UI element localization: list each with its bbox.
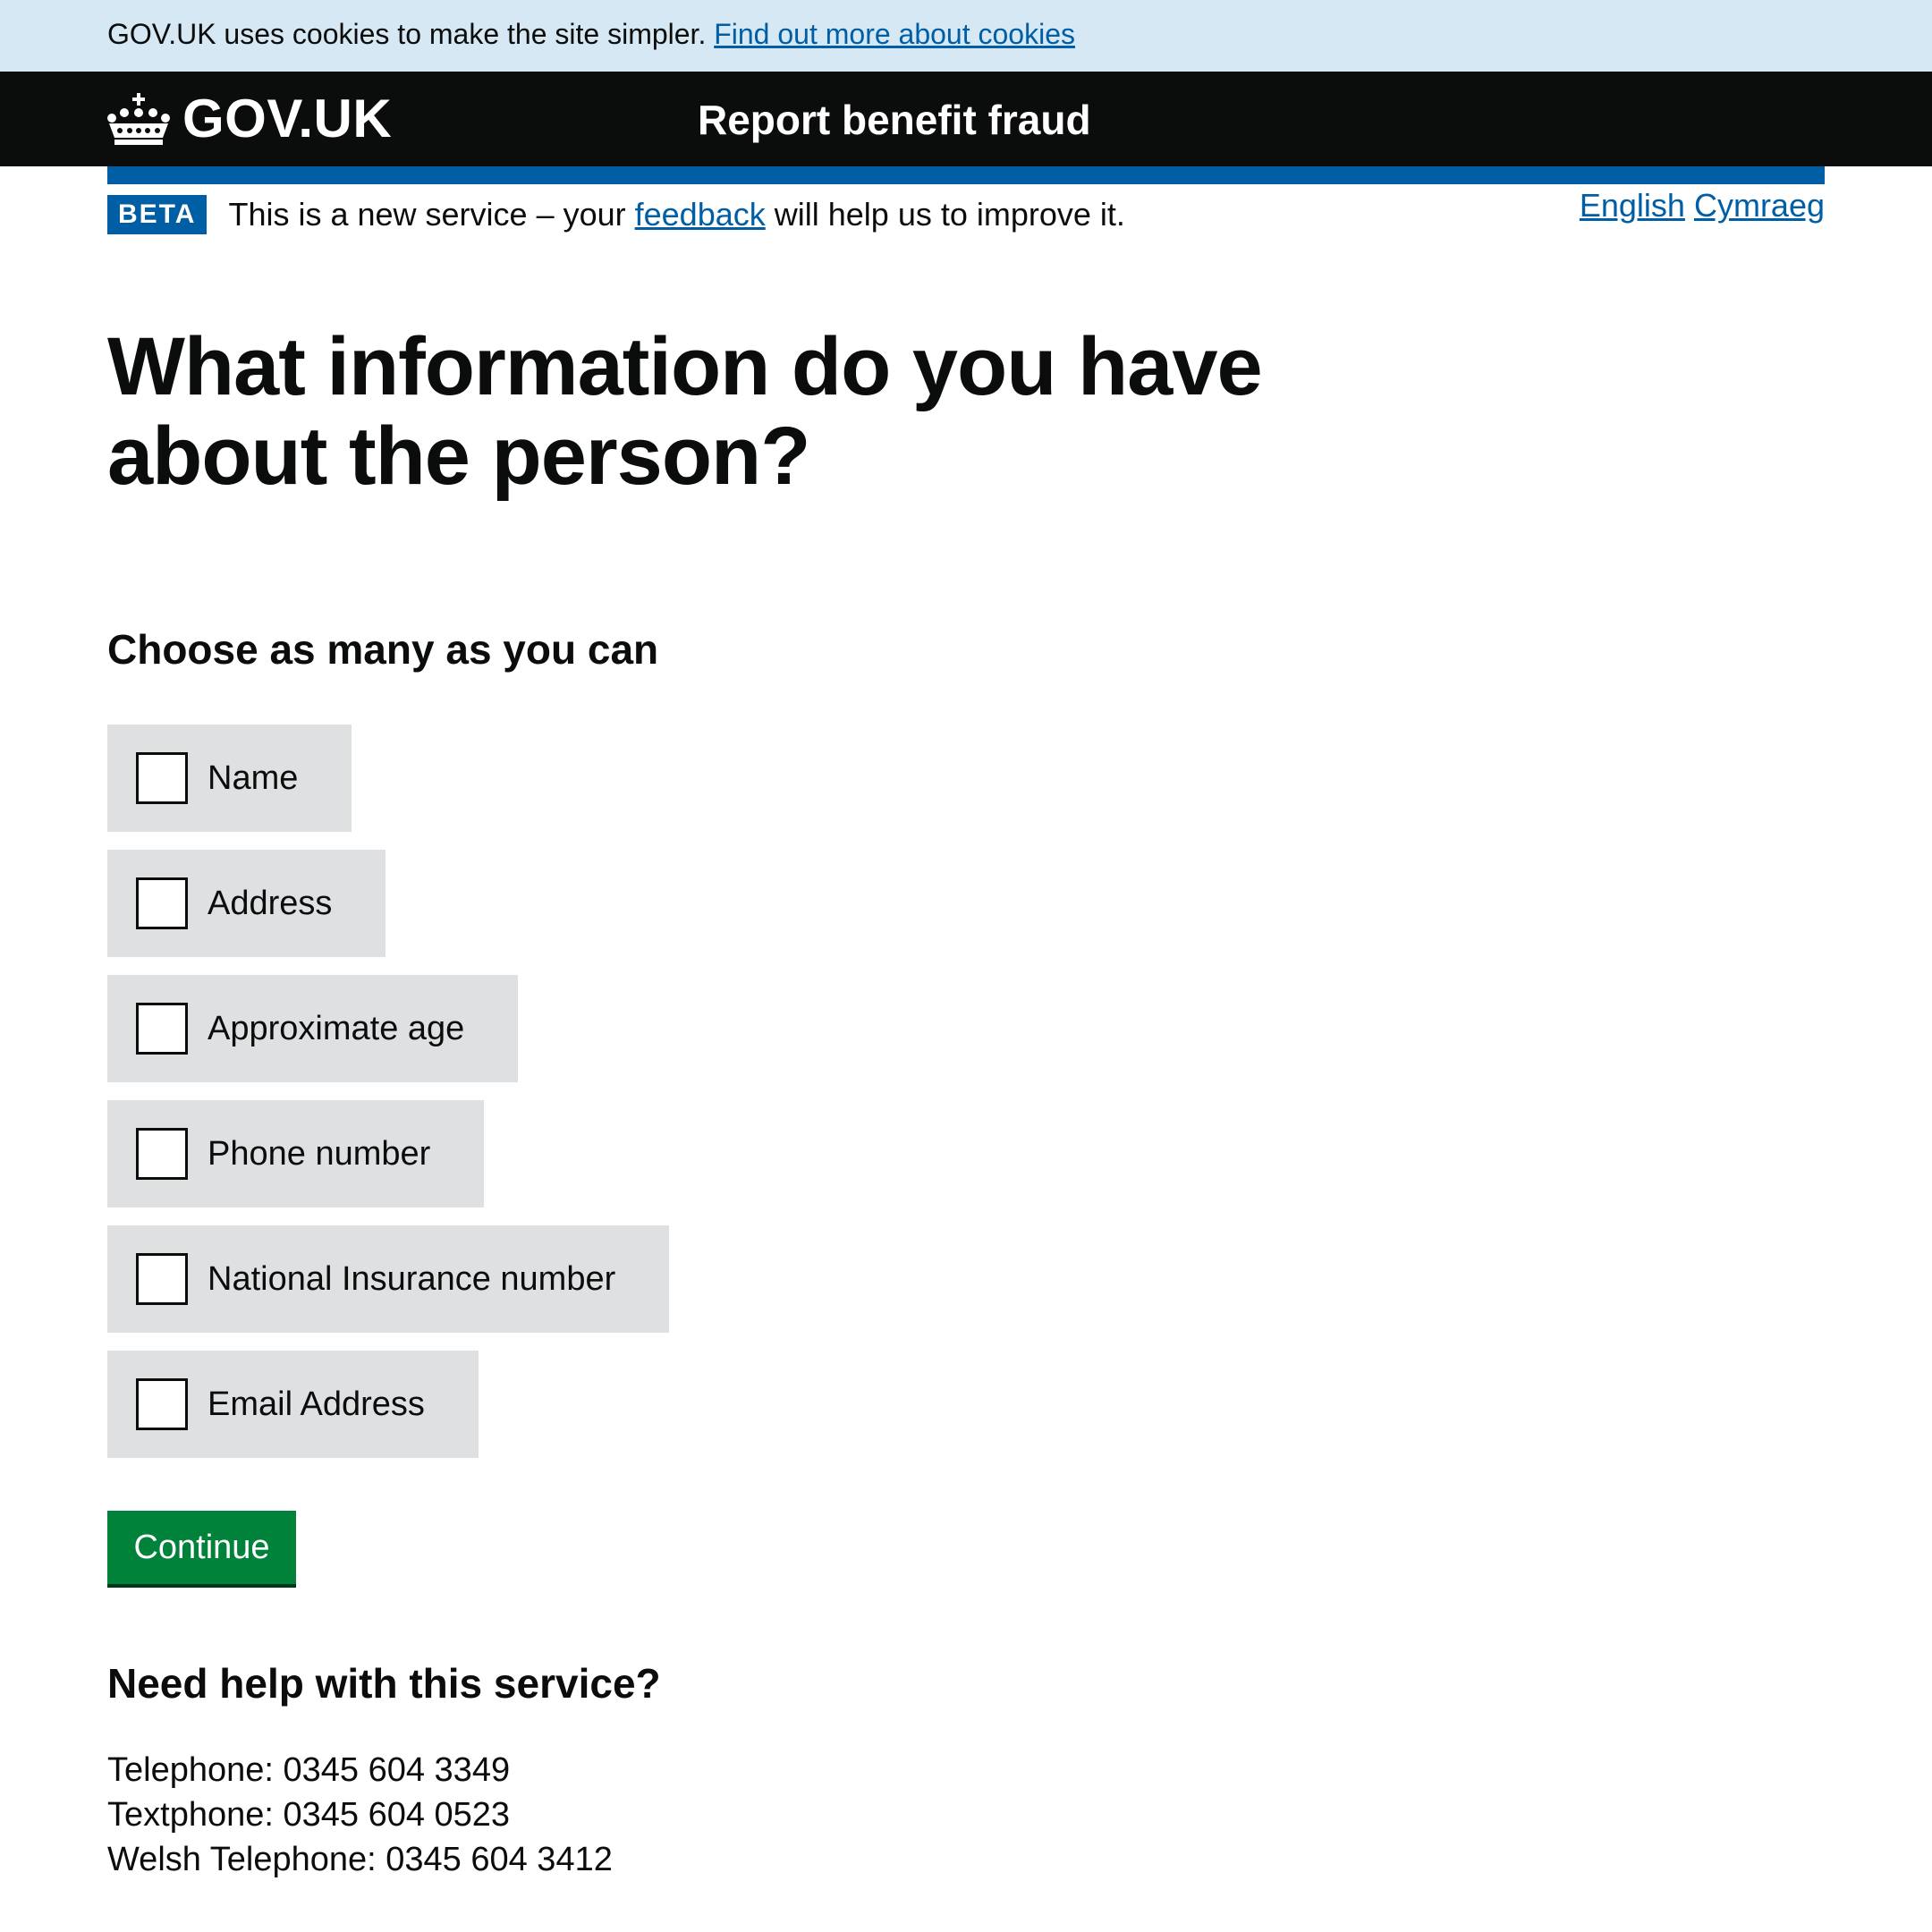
cookie-info-link[interactable]: Find out more about cookies	[714, 18, 1075, 50]
checkbox-label: Name	[208, 759, 299, 797]
logo-text: GOV.UK	[182, 89, 393, 148]
checkbox-input[interactable]	[136, 1253, 188, 1305]
govuk-logo[interactable]: GOV.UK	[107, 89, 392, 148]
checkbox-name[interactable]: Name	[107, 724, 352, 832]
continue-button[interactable]: Continue	[107, 1511, 296, 1584]
phase-message: This is a new service – your feedback wi…	[228, 193, 1124, 236]
telephone-number: Telephone: 0345 604 3349	[107, 1751, 511, 1789]
checkbox-input[interactable]	[136, 752, 188, 804]
checkbox-email-address[interactable]: Email Address	[107, 1351, 479, 1458]
english-link[interactable]: English	[1580, 187, 1685, 224]
phase-banner: BETA This is a new service – your feedba…	[107, 193, 1125, 236]
crown-icon	[107, 93, 170, 145]
cookie-text: GOV.UK uses cookies to make the site sim…	[107, 18, 707, 50]
cookie-banner: GOV.UK uses cookies to make the site sim…	[0, 0, 1932, 72]
checkbox-phone-number[interactable]: Phone number	[107, 1100, 485, 1208]
feedback-link[interactable]: feedback	[635, 196, 766, 233]
checkbox-label: Email Address	[208, 1385, 425, 1423]
phase-text-before: This is a new service – your	[228, 196, 626, 233]
cymraeg-link[interactable]: Cymraeg	[1694, 187, 1825, 224]
checkbox-label: National Insurance number	[208, 1260, 616, 1298]
checkbox-national-insurance-number[interactable]: National Insurance number	[107, 1225, 670, 1333]
header-underline	[107, 166, 1825, 184]
help-contacts: Telephone: 0345 604 3349 Textphone: 0345…	[107, 1748, 613, 1882]
checkbox-input[interactable]	[136, 1378, 188, 1430]
cookie-message: GOV.UK uses cookies to make the site sim…	[107, 16, 1075, 52]
language-switcher: English Cymraeg	[1580, 184, 1825, 227]
checkbox-input[interactable]	[136, 1003, 188, 1055]
welsh-telephone-number: Welsh Telephone: 0345 604 3412	[107, 1841, 613, 1878]
checkbox-legend: Choose as many as you can	[107, 626, 659, 673]
checkbox-label: Phone number	[208, 1135, 431, 1173]
checkbox-input[interactable]	[136, 877, 188, 929]
service-name-link[interactable]: Report benefit fraud	[698, 93, 1091, 147]
checkbox-group: Name Address Approximate age Phone numbe…	[107, 724, 670, 1476]
help-heading: Need help with this service?	[107, 1660, 661, 1707]
site-header: GOV.UK Report benefit fraud	[0, 72, 1932, 166]
textphone-number: Textphone: 0345 604 0523	[107, 1796, 511, 1834]
checkbox-label: Address	[208, 885, 333, 922]
checkbox-address[interactable]: Address	[107, 850, 386, 957]
checkbox-approximate-age[interactable]: Approximate age	[107, 975, 519, 1082]
phase-text-after: will help us to improve it.	[774, 196, 1125, 233]
checkbox-label: Approximate age	[208, 1010, 465, 1047]
checkbox-input[interactable]	[136, 1128, 188, 1180]
beta-tag: BETA	[107, 195, 208, 234]
page-title: What information do you have about the p…	[107, 321, 1263, 502]
